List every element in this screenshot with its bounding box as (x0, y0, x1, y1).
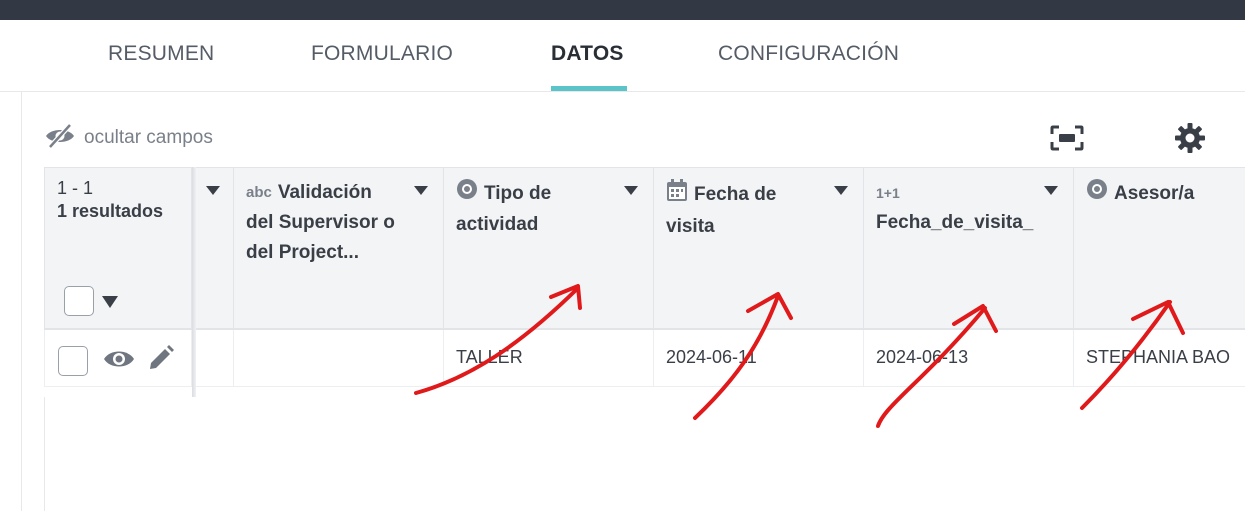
cell-value: TALLER (456, 347, 523, 367)
radio-select-icon (1086, 178, 1108, 210)
fullscreen-icon[interactable] (1049, 124, 1085, 152)
column-label: del Supervisor o (246, 212, 395, 234)
table-header-select: 1 - 1 1 resultados (44, 167, 192, 330)
column-label: Validación (277, 182, 372, 204)
tab-formulario[interactable]: FORMULARIO (311, 42, 453, 66)
select-all-checkbox[interactable] (64, 286, 94, 316)
left-panel-edge (0, 92, 22, 511)
column-header-validacion[interactable]: abc Validación del Supervisor o del Proje… (234, 167, 444, 330)
column-label: visita (666, 216, 715, 237)
data-table: 1 - 1 1 resultados abc Validación del Sup… (44, 167, 1245, 397)
top-bar (0, 0, 1245, 20)
cell-value: 2024-06-13 (876, 347, 969, 367)
active-tab-indicator (551, 86, 627, 91)
column-label: Fecha_de_visita_ (876, 212, 1034, 234)
view-eye-icon[interactable] (103, 348, 135, 375)
column-label: Asesor/a (1114, 183, 1195, 205)
table-row-actions (44, 330, 192, 387)
content-left-border (44, 397, 45, 511)
tab-resumen[interactable]: RESUMEN (108, 42, 214, 66)
table-header-partial (196, 167, 234, 330)
hide-fields-label: ocultar campos (84, 127, 213, 148)
radio-select-icon (456, 178, 478, 210)
eye-slash-icon (44, 122, 76, 154)
column-menu-chevron-down-icon[interactable] (206, 186, 220, 195)
table-cell[interactable]: TALLER (444, 330, 654, 387)
table-cell (196, 330, 234, 387)
column-label: Fecha de (694, 184, 777, 206)
column-label: actividad (456, 214, 539, 235)
gear-icon[interactable] (1173, 121, 1207, 155)
abc-text-icon: abc (246, 184, 272, 201)
column-menu-chevron-down-icon[interactable] (834, 186, 848, 195)
column-label: del Project... (246, 242, 359, 264)
row-select-checkbox[interactable] (58, 346, 88, 376)
column-menu-chevron-down-icon[interactable] (1044, 186, 1058, 195)
column-header-tipo-actividad[interactable]: Tipo de actividad (444, 167, 654, 330)
hide-fields-button[interactable]: ocultar campos (44, 122, 213, 154)
table-cell[interactable]: 2024-06-13 (864, 330, 1074, 387)
results-range: 1 - 1 (57, 178, 94, 198)
column-menu-chevron-down-icon[interactable] (414, 186, 428, 195)
cell-value: STEPHANIA BAO (1086, 347, 1231, 367)
select-options-chevron-down-icon[interactable] (102, 296, 118, 308)
cell-value: 2024-06-11 (666, 347, 757, 367)
calendar-icon (666, 178, 688, 212)
table-cell[interactable] (234, 330, 444, 387)
column-header-fecha-visita[interactable]: Fecha de visita (654, 167, 864, 330)
column-header-asesor[interactable]: Asesor/a (1074, 167, 1245, 330)
column-header-fecha-de-visita-calc[interactable]: 1+1 Fecha_de_visita_ (864, 167, 1074, 330)
tab-datos[interactable]: DATOS (551, 42, 624, 66)
edit-pencil-icon[interactable] (148, 345, 174, 376)
table-cell[interactable]: 2024-06-11 (654, 330, 864, 387)
tab-bar: RESUMEN FORMULARIO DATOS CONFIGURACIÓN (0, 20, 1245, 92)
calculate-icon: 1+1 (876, 185, 900, 201)
table-cell[interactable]: STEPHANIA BAO (1074, 330, 1245, 387)
results-count: 1 resultados (57, 201, 164, 221)
column-menu-chevron-down-icon[interactable] (624, 186, 638, 195)
tab-configuracion[interactable]: CONFIGURACIÓN (718, 42, 899, 66)
column-label: Tipo de (484, 183, 552, 205)
